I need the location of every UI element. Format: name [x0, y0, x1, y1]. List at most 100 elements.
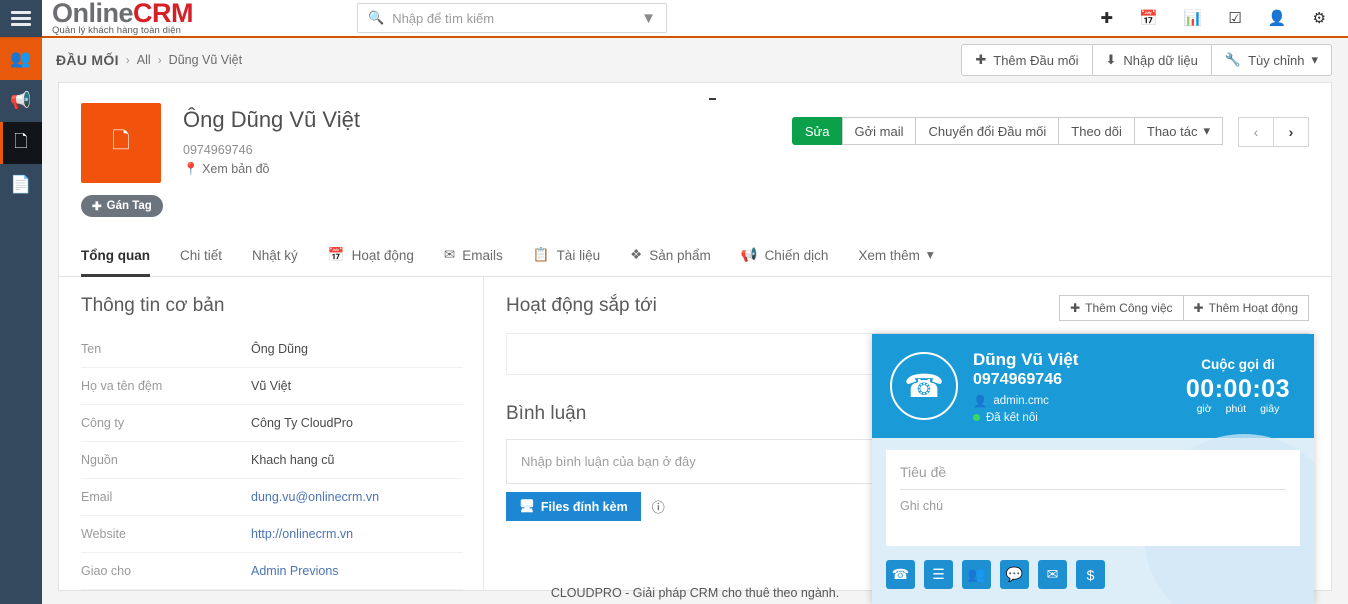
add-circle-icon[interactable]: ✚ — [1100, 11, 1113, 26]
previous-record-button[interactable]: ‹ — [1238, 117, 1274, 147]
basic-info-title: Thông tin cơ bản — [81, 295, 225, 316]
call-timer: 00:00:03 — [1185, 375, 1290, 403]
import-data-button[interactable]: ⬇ Nhập dữ liệu — [1091, 44, 1212, 76]
logo-text-crm: CRM — [133, 0, 194, 28]
import-data-label: Nhập dữ liệu — [1123, 52, 1198, 68]
tab-tong-quan[interactable]: Tổng quan — [81, 248, 166, 277]
user-icon[interactable]: 👤 — [1268, 11, 1287, 26]
attach-files-button[interactable]: 🖥 Files đính kèm — [506, 492, 641, 521]
plus-icon: ✚ — [1193, 301, 1204, 315]
add-task-button[interactable]: ✚ Thêm Công việc — [1059, 295, 1184, 321]
megaphone-icon: 📢 — [740, 247, 758, 262]
tab-nhat-ky[interactable]: Nhật ký — [252, 248, 314, 276]
breadcrumb-separator-1: › — [125, 53, 130, 67]
chevron-down-icon: ▾ — [926, 247, 934, 262]
chat-action-icon[interactable]: 💬 — [1000, 560, 1029, 589]
add-lead-label: Thêm Đầu mối — [993, 52, 1079, 68]
next-record-button[interactable]: › — [1273, 117, 1309, 147]
left-sidebar: 👥 📢 🗋 📄 — [0, 38, 42, 604]
send-mail-button[interactable]: Gởi mail — [841, 117, 917, 145]
field-value-email[interactable]: dung.vu@onlinecrm.vn — [251, 490, 379, 504]
add-lead-button[interactable]: ✚ Thêm Đầu mối — [961, 44, 1093, 76]
notes-action-icon[interactable]: ☰ — [924, 560, 953, 589]
field-value-assigned[interactable]: Admin Previons — [251, 564, 339, 578]
chevron-down-icon: ▾ — [1203, 123, 1210, 138]
calendar-icon: 📅 — [327, 247, 345, 262]
view-map-link[interactable]: 📍 Xem bản đồ — [183, 162, 360, 177]
wrench-icon: 🔧 — [1224, 52, 1242, 67]
chart-icon[interactable]: 📊 — [1184, 11, 1203, 26]
field-row: Nguồn Khach hang cũ — [81, 442, 463, 479]
call-direction-label: Cuộc gọi đi — [1201, 357, 1275, 372]
tab-emails[interactable]: ✉ Emails — [444, 247, 519, 276]
call-title-input[interactable] — [900, 460, 1286, 490]
plus-icon: ✚ — [92, 201, 102, 213]
chevron-down-icon[interactable]: ▼ — [641, 10, 656, 27]
download-icon: ⬇ — [1105, 52, 1117, 67]
app-logo[interactable]: OnlineCRM Quản lý khách hàng toàn diện — [52, 0, 242, 36]
edit-button[interactable]: Sửa — [791, 117, 843, 145]
info-icon[interactable]: ⓘ — [652, 497, 665, 516]
actions-dropdown-button[interactable]: Thao tác ▾ — [1133, 117, 1223, 145]
field-value-website[interactable]: http://onlinecrm.vn — [251, 527, 353, 541]
sidebar-item-documents[interactable]: 📄 — [0, 164, 42, 206]
follow-button[interactable]: Theo dõi — [1058, 117, 1135, 145]
add-tag-label: Gán Tag — [106, 200, 152, 212]
document-icon: 📋 — [532, 247, 550, 262]
gear-icon[interactable]: ⚙ — [1313, 11, 1326, 26]
top-icon-group: ✚ 📅 📊 ☑ 👤 ⚙ — [1100, 11, 1348, 26]
record-summary: Ông Dũng Vũ Việt 0974969746 📍 Xem bản đồ — [183, 103, 360, 183]
checkbox-icon[interactable]: ☑ — [1228, 11, 1241, 26]
plus-icon: ✚ — [1070, 301, 1081, 315]
tab-label: Tổng quan — [81, 248, 150, 263]
tab-label: Nhật ký — [252, 248, 298, 263]
tab-hoat-dong[interactable]: 📅 Hoạt động — [328, 247, 430, 276]
add-activity-button[interactable]: ✚ Thêm Hoạt động — [1182, 295, 1309, 321]
unit-hours: giờ — [1196, 403, 1212, 415]
unit-seconds: giây — [1260, 403, 1280, 415]
email-action-icon[interactable]: ✉ — [1038, 560, 1067, 589]
breadcrumb-list[interactable]: All — [137, 53, 151, 67]
hamburger-icon[interactable] — [0, 0, 42, 37]
call-agent-name: admin.cmc — [993, 394, 1049, 407]
call-note-input[interactable] — [900, 490, 1286, 535]
unit-minutes: phút — [1225, 403, 1247, 415]
field-value: Công Ty CloudPro — [251, 416, 353, 430]
call-timer-block: Cuộc gọi đi 00:00:03 giờ phút giây — [1186, 357, 1296, 415]
tab-san-pham[interactable]: ❖ Sản phẩm — [630, 247, 727, 276]
upcoming-actions: ✚ Thêm Công việc ✚ Thêm Hoạt động — [1059, 295, 1309, 321]
field-label: Giao cho — [81, 564, 132, 578]
search-input[interactable] — [392, 10, 642, 26]
tab-chien-dich[interactable]: 📢 Chiến dịch — [741, 247, 845, 276]
avatar: 🗋 — [81, 103, 161, 183]
monitor-icon: 🖥 — [519, 499, 535, 513]
call-agent-row: 👤 admin.cmc — [973, 394, 1078, 408]
logo-tagline: Quản lý khách hàng toàn diện — [52, 25, 182, 36]
phone-icon: ☎ — [890, 352, 958, 420]
page-title: Ông Dũng Vũ Việt — [183, 107, 360, 132]
breadcrumb-current: Dũng Vũ Việt — [168, 53, 243, 67]
plus-icon: ✚ — [975, 52, 987, 67]
add-tag-button[interactable]: ✚ Gán Tag — [81, 195, 163, 217]
call-timer-units: giờ phút giây — [1186, 403, 1290, 415]
deal-action-icon[interactable]: $ — [1076, 560, 1105, 589]
field-label: Website — [81, 527, 126, 541]
breadcrumb-module[interactable]: ĐẦU MỐI — [56, 52, 119, 68]
convert-lead-button[interactable]: Chuyển đổi Đầu mối — [915, 117, 1060, 145]
field-label: Email — [81, 490, 113, 504]
contacts-action-icon[interactable]: 👥 — [962, 560, 991, 589]
add-task-label: Thêm Công việc — [1085, 301, 1173, 315]
call-action-icon[interactable]: ☎ — [886, 560, 915, 589]
sidebar-item-leads[interactable]: 🗋 — [0, 122, 42, 164]
sidebar-item-contacts[interactable]: 👥 — [0, 38, 42, 80]
tab-chi-tiet[interactable]: Chi tiết — [180, 248, 238, 276]
customize-button[interactable]: 🔧 Tùy chỉnh ▾ — [1210, 44, 1332, 76]
tab-label: Tài liệu — [556, 247, 601, 263]
timer-seconds: 03 — [1261, 375, 1290, 403]
tab-tai-lieu[interactable]: 📋 Tài liệu — [533, 247, 616, 276]
tab-xem-them[interactable]: Xem thêm ▾ — [858, 247, 949, 276]
sidebar-item-campaigns[interactable]: 📢 — [0, 80, 42, 122]
chevron-down-icon: ▾ — [1311, 52, 1318, 67]
global-search[interactable]: 🔍 ▼ — [357, 3, 667, 33]
calendar-icon[interactable]: 📅 — [1139, 11, 1158, 26]
